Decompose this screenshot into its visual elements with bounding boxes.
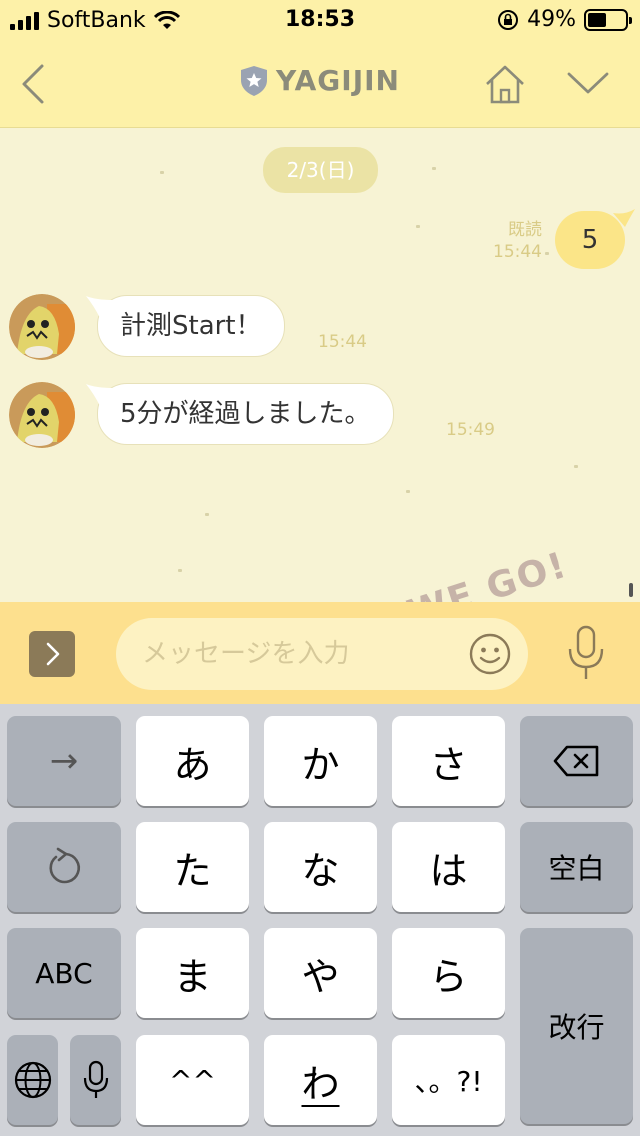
key-ma[interactable]: ま [136,928,249,1018]
key-na[interactable]: な [264,822,377,912]
avatar[interactable] [9,294,75,360]
key-globe[interactable] [7,1035,58,1125]
sent-message-bubble[interactable]: 5 [555,209,635,269]
battery-icon [584,8,632,31]
expand-menu-button[interactable] [29,631,75,677]
undo-icon [49,847,81,884]
received-time: 15:49 [446,420,495,440]
key-arrow-right[interactable]: → [7,716,121,806]
sticker-text[interactable]: WE GO! [403,544,573,602]
read-label: 既読 [508,220,542,240]
message-field[interactable] [116,618,528,690]
japanese-keyboard: → あ か さ た な は 空白 ABC ま や ら 改行 ^^ わ 、。?! [0,704,640,1136]
key-sa[interactable]: さ [392,716,505,806]
sent-message-text: 5 [581,225,599,255]
received-message-text: 5分が経過しました。 [120,399,371,429]
status-bar: SoftBank 18:53 49% [0,0,640,40]
received-message-text: 計測Start！ [120,311,262,341]
chat-title: YAGIJIN [0,64,640,97]
microphone-icon [83,1060,108,1098]
key-dictation[interactable] [70,1035,121,1125]
key-emoticon[interactable]: ^^ [136,1035,249,1125]
scroll-indicator[interactable] [629,583,633,597]
received-message-bubble[interactable]: 計測Start！ [86,295,285,357]
key-abc[interactable]: ABC [7,928,121,1018]
rotation-lock-icon [498,9,519,30]
sent-message-meta: 既読 15:44 [493,219,542,263]
home-icon[interactable] [483,62,527,106]
message-input-bar [0,602,640,704]
key-ya[interactable]: や [264,928,377,1018]
date-separator: 2/3(日) [263,147,378,193]
received-time: 15:44 [318,332,367,352]
key-wa[interactable]: わ [264,1035,377,1125]
key-ta[interactable]: た [136,822,249,912]
chevron-down-icon[interactable] [566,68,610,98]
chat-area[interactable]: 2/3(日) 既読 15:44 5 計測Start！ 15:44 5分が経過しま… [0,129,640,602]
shield-star-icon [241,65,268,96]
chat-title-text: YAGIJIN [276,64,400,97]
emoji-icon[interactable] [468,632,512,676]
microphone-icon[interactable] [565,625,607,681]
key-backspace[interactable] [520,716,633,806]
battery-percent: 49% [527,7,576,32]
globe-icon [14,1061,51,1099]
key-return[interactable]: 改行 [520,928,633,1124]
avatar-image [9,382,75,448]
message-input[interactable] [142,636,462,672]
avatar[interactable] [9,382,75,448]
sent-time: 15:44 [493,242,542,262]
key-ka[interactable]: か [264,716,377,806]
key-ra[interactable]: ら [392,928,505,1018]
avatar-image [9,294,75,360]
key-ha[interactable]: は [392,822,505,912]
key-a[interactable]: あ [136,716,249,806]
key-undo[interactable] [7,822,121,912]
key-space[interactable]: 空白 [520,822,633,912]
chevron-right-icon [46,642,60,666]
key-punctuation[interactable]: 、。?! [392,1035,505,1125]
received-message-bubble[interactable]: 5分が経過しました。 [86,383,394,445]
backspace-icon [553,745,598,777]
chat-header: YAGIJIN [0,40,640,128]
status-right: 49% [497,7,632,32]
